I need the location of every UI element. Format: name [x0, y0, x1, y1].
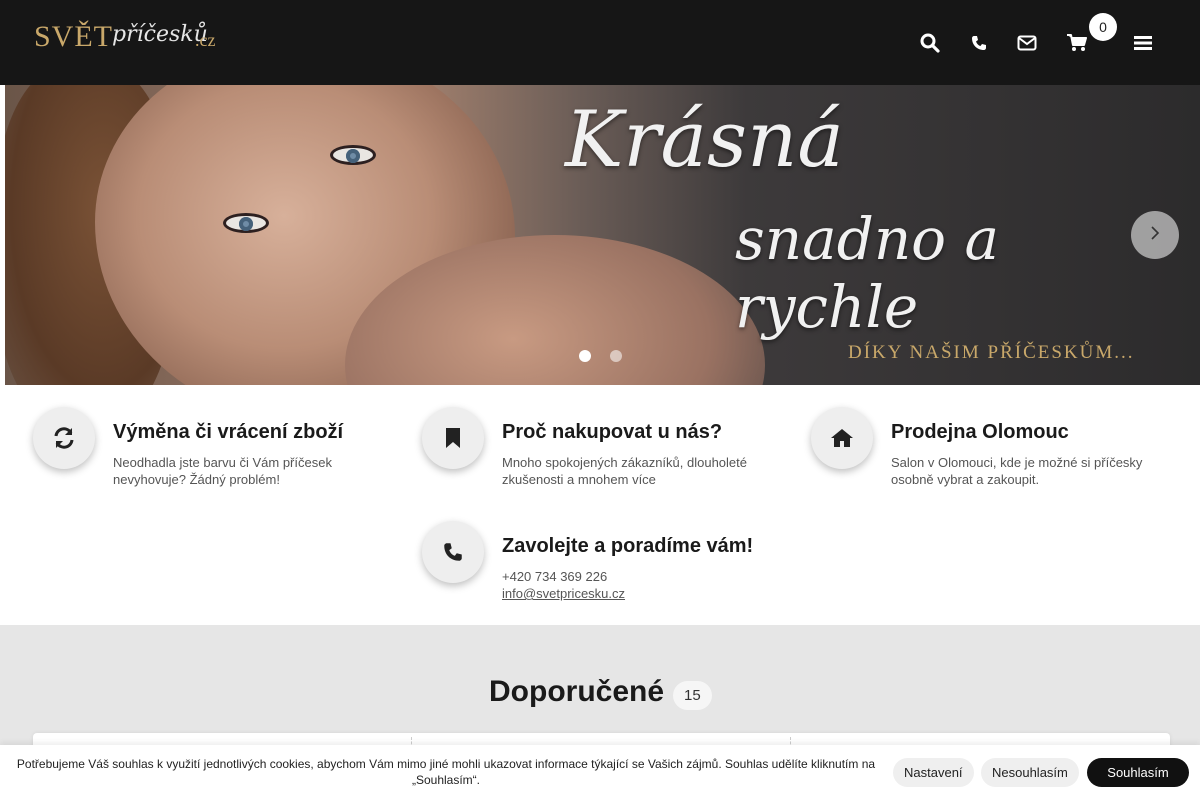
logo-tld-text: .cz [195, 30, 216, 50]
section-title: Doporučené [489, 675, 665, 708]
contact-email-link[interactable]: info@svetpricesku.cz [502, 586, 625, 601]
site-logo[interactable]: SVĚT příčesků .cz [34, 12, 234, 72]
home-icon [811, 407, 873, 469]
hero-subtitle: snadno a rychle [735, 205, 1000, 341]
bookmark-icon [422, 407, 484, 469]
cookie-consent-bar: Potřebujeme Váš souhlas k využití jednot… [0, 745, 1200, 800]
feature-text: Neodhadla jste barvu či Vám příčesek nev… [113, 455, 332, 487]
hero-eye-right [330, 145, 376, 165]
feature-contact-text: +420 734 369 226 info@svetpricesku.cz [502, 568, 792, 602]
hero-tagline: DÍKY NAŠIM PŘÍČESKŮM... [848, 342, 1135, 363]
site-header: SVĚT příčesků .cz 0 [0, 0, 1200, 85]
search-icon[interactable] [915, 28, 945, 58]
feature-exchange: Výměna či vrácení zboží Neodhadla jste b… [33, 407, 403, 497]
refresh-icon [33, 407, 95, 469]
phone-icon[interactable] [964, 28, 994, 58]
feature-store: Prodejna Olomouc Salon v Olomouci, kde j… [811, 407, 1181, 497]
feature-contact: Zavolejte a poradíme vám! +420 734 369 2… [422, 521, 792, 611]
chevron-right-icon [1150, 225, 1160, 245]
product-count-badge: 15 [673, 681, 712, 710]
cookie-text: Potřebujeme Váš souhlas k využití jednot… [16, 757, 876, 787]
feature-title: Výměna či vrácení zboží [113, 421, 344, 443]
cookie-decline-button[interactable]: Nesouhlasím [981, 758, 1079, 787]
hero-eye-left [223, 213, 269, 233]
feature-why-us: Proč nakupovat u nás? Mnoho spokojených … [422, 407, 792, 497]
cookie-settings-button[interactable]: Nastavení [893, 758, 974, 787]
cart-icon[interactable] [1062, 28, 1092, 58]
envelope-icon[interactable] [1012, 28, 1042, 58]
feature-title: Prodejna Olomouc [891, 421, 1069, 443]
slider-dot-2[interactable] [610, 350, 622, 362]
feature-title: Proč nakupovat u nás? [502, 421, 723, 443]
logo-main-text: SVĚT [34, 20, 113, 53]
slider-dot-1[interactable] [579, 350, 591, 362]
hero-title: Krásná [565, 95, 844, 185]
feature-title: Zavolejte a poradíme vám! [502, 535, 754, 557]
contact-phone[interactable]: +420 734 369 226 [502, 568, 792, 585]
slider-next-button[interactable] [1131, 211, 1179, 259]
menu-icon[interactable] [1128, 28, 1158, 58]
feature-text: Salon v Olomouci, kde je možné si příčes… [891, 455, 1143, 487]
phone-icon [422, 521, 484, 583]
hero-slider[interactable]: Krásná snadno a rychle DÍKY NAŠIM PŘÍČES… [5, 85, 1200, 385]
feature-text: Mnoho spokojených zákazníků, dlouholeté … [502, 455, 747, 487]
cookie-accept-button[interactable]: Souhlasím [1087, 758, 1189, 787]
logo-script-text: příčesků [112, 22, 208, 47]
cart-count-badge[interactable]: 0 [1089, 13, 1117, 41]
